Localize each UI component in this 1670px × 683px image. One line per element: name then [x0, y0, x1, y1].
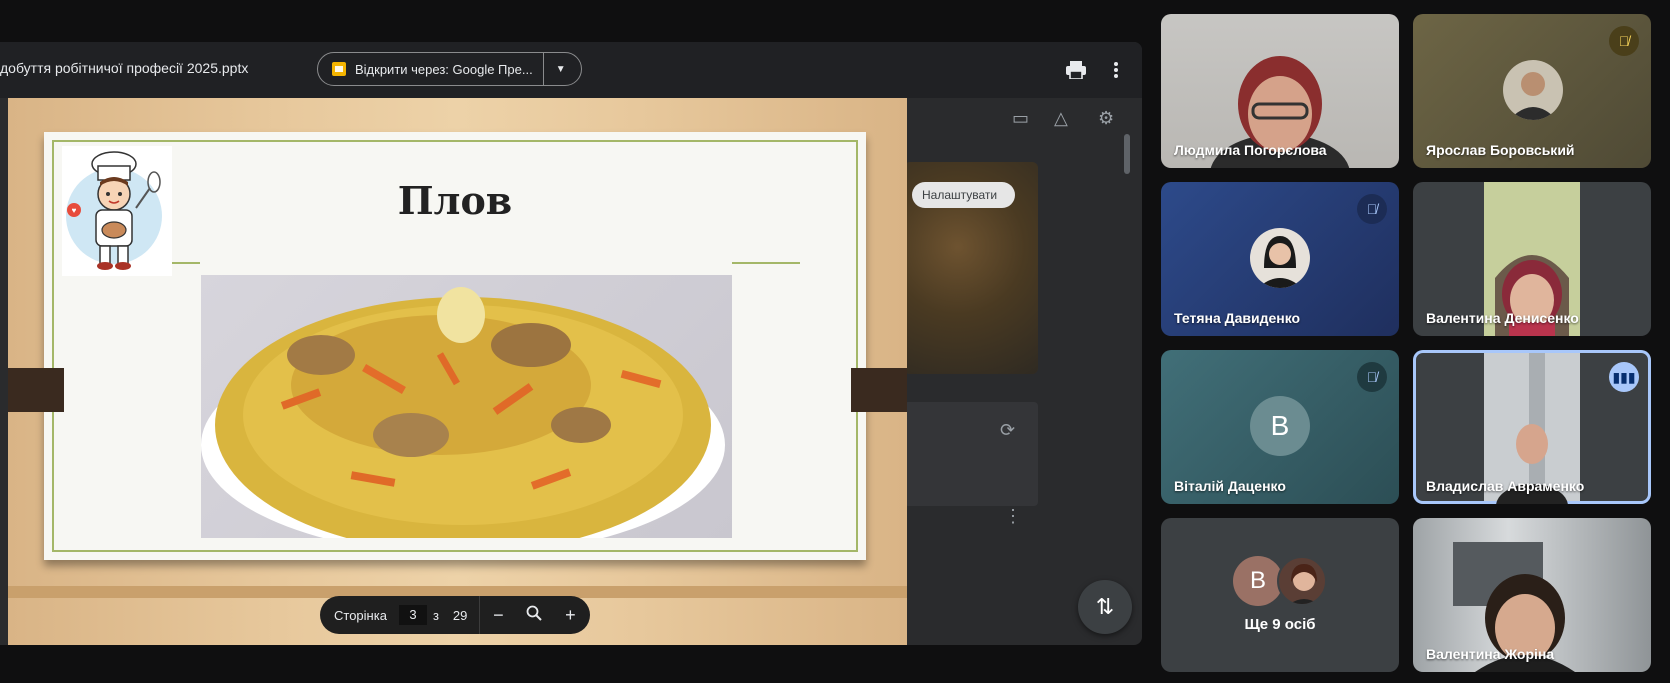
- participant-name: Віталій Даценко: [1174, 478, 1286, 494]
- open-with-button[interactable]: Відкрити через: Google Пре... ▼: [317, 52, 582, 86]
- swap-vertical-icon: ⇅: [1095, 594, 1115, 619]
- participant-tile-6[interactable]: ▮▮▮ Владислав Авраменко: [1413, 350, 1651, 504]
- zoom-in-icon[interactable]: +: [552, 605, 588, 626]
- slide-canvas: Плов ♥: [8, 98, 907, 645]
- open-with-main[interactable]: Відкрити через: Google Пре...: [318, 53, 544, 85]
- more-people-label: Ще 9 осіб: [1244, 616, 1316, 633]
- slide-binder-tab-right: [851, 368, 907, 412]
- viewer-toolbar: добуття робітничої професії 2025.pptx Ві…: [0, 42, 1142, 98]
- participant-tile-3[interactable]: 🎙̸ Тетяна Давиденко: [1161, 182, 1399, 336]
- open-with-label: Відкрити через: Google Пре...: [355, 61, 533, 77]
- mic-off-icon: 🎙̸: [1609, 26, 1639, 56]
- slide-binder-tab-left: [8, 368, 64, 412]
- mic-off-icon: 🎙̸: [1357, 362, 1387, 392]
- camera-icon: ▭: [1012, 108, 1030, 128]
- participant-name: Валентина Жоріна: [1426, 646, 1555, 662]
- svg-text:♥: ♥: [72, 206, 77, 215]
- more-vert-icon[interactable]: [1102, 56, 1130, 84]
- title-divider-right: [732, 262, 800, 264]
- repeat-icon: ⟳: [1000, 420, 1016, 440]
- presentation-panel: добуття робітничої професії 2025.pptx Ві…: [0, 42, 1142, 645]
- avatar: [1503, 60, 1563, 120]
- page-label: Сторінка: [334, 607, 387, 623]
- participant-name: Владислав Авраменко: [1426, 478, 1585, 494]
- zoom-out-icon[interactable]: −: [480, 605, 516, 626]
- zoom-icon[interactable]: [516, 605, 552, 626]
- participant-tile-5[interactable]: В 🎙̸ Віталій Даценко: [1161, 350, 1399, 504]
- participant-tile-7[interactable]: Валентина Жоріна: [1413, 518, 1651, 672]
- background-row: [904, 402, 1038, 506]
- page-of-label: з: [432, 607, 439, 623]
- participant-name: Людмила Погорєлова: [1174, 142, 1327, 158]
- slide-card: Плов ♥: [44, 132, 866, 560]
- background-chip: Налаштувати: [912, 182, 1016, 208]
- background-card: Налаштувати: [904, 162, 1038, 374]
- participant-tile-2[interactable]: 🎙̸ Ярослав Боровський: [1413, 14, 1651, 168]
- page-number-input[interactable]: 3: [398, 605, 427, 625]
- swap-layout-button[interactable]: ⇅: [1078, 580, 1132, 634]
- participant-name: Тетяна Давиденко: [1174, 310, 1301, 326]
- background-more-icon: ⋮: [1004, 506, 1022, 526]
- participant-name: Валентина Денисенко: [1426, 310, 1579, 326]
- drive-icon: △: [1054, 108, 1068, 128]
- page-total: 29: [452, 607, 468, 623]
- settings-icon: ⚙: [1098, 108, 1115, 128]
- mic-off-icon: 🎙̸: [1357, 194, 1387, 224]
- avatar: В: [1233, 556, 1283, 606]
- print-icon[interactable]: [1062, 56, 1090, 84]
- title-divider-left: [172, 262, 200, 264]
- more-people-tile[interactable]: В Ще 9 осіб: [1161, 518, 1399, 672]
- scrollbar-thumb[interactable]: [1124, 134, 1130, 174]
- chef-illustration: ♥: [62, 146, 172, 276]
- participant-tile-1[interactable]: Людмила Погорєлова: [1161, 14, 1399, 168]
- chevron-down-icon[interactable]: ▼: [544, 53, 578, 85]
- pilaf-photo: [201, 275, 732, 538]
- speaking-indicator-icon: ▮▮▮: [1609, 362, 1639, 392]
- participant-tile-4[interactable]: Валентина Денисенко: [1413, 182, 1651, 336]
- google-slides-icon: [332, 62, 346, 76]
- page-navigation: Сторінка 3 з 29 − +: [320, 596, 590, 634]
- avatar: [1277, 556, 1327, 606]
- avatar: В: [1250, 396, 1310, 456]
- document-title: добуття робітничої професії 2025.pptx: [0, 60, 249, 76]
- avatar: [1250, 228, 1310, 288]
- participant-name: Ярослав Боровський: [1426, 142, 1575, 158]
